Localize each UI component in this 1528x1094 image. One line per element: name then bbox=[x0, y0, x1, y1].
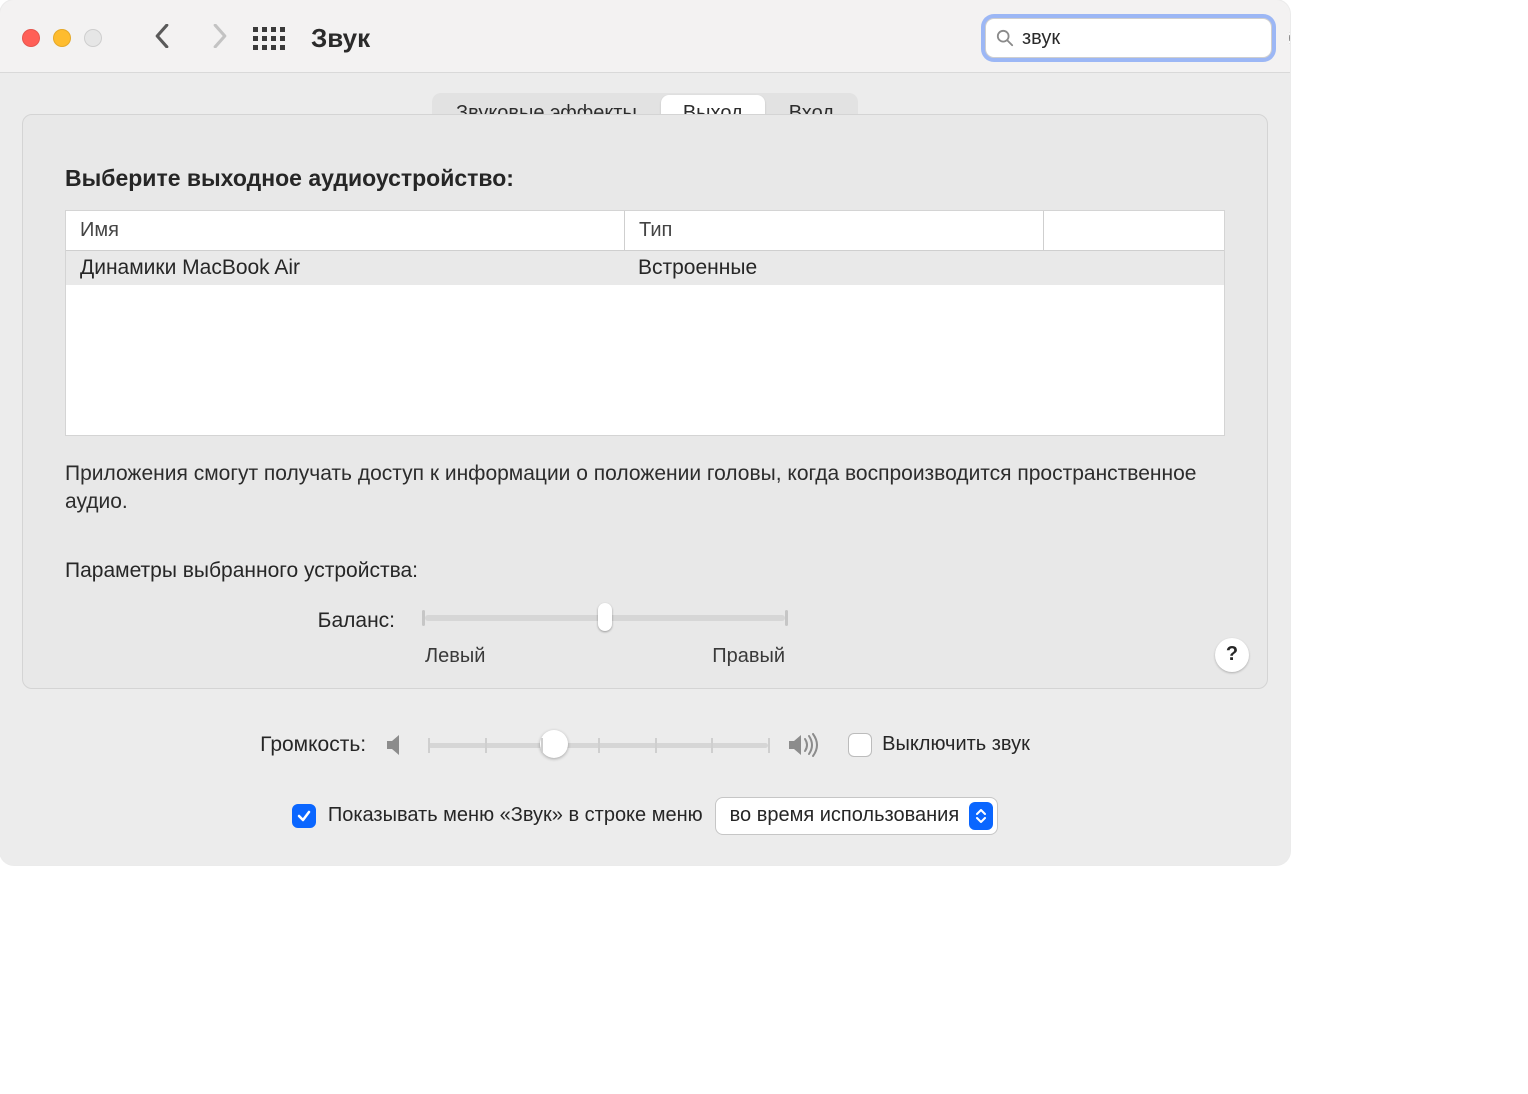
show-in-menubar-checkbox[interactable] bbox=[292, 804, 316, 828]
window-title: Звук bbox=[311, 23, 370, 54]
table-row[interactable]: Динамики MacBook Air Встроенные bbox=[66, 251, 1224, 285]
output-panel: Выберите выходное аудиоустройство: Имя Т… bbox=[22, 114, 1268, 689]
help-button[interactable]: ? bbox=[1215, 638, 1249, 672]
volume-min-icon bbox=[384, 733, 410, 757]
forward-button bbox=[205, 24, 235, 53]
balance-slider[interactable] bbox=[425, 607, 785, 629]
column-name[interactable]: Имя bbox=[66, 211, 625, 250]
output-device-table: Имя Тип Динамики MacBook Air Встроенные bbox=[65, 210, 1225, 436]
mute-checkbox[interactable] bbox=[848, 733, 872, 757]
show-in-menubar-label: Показывать меню «Звук» в строке меню bbox=[328, 804, 703, 827]
search-field bbox=[985, 18, 1272, 58]
column-type[interactable]: Тип bbox=[625, 211, 1044, 250]
close-window-button[interactable] bbox=[22, 29, 40, 47]
volume-label: Громкость: bbox=[260, 733, 366, 757]
device-name: Динамики MacBook Air bbox=[66, 251, 624, 285]
balance-left-label: Левый bbox=[425, 645, 485, 668]
balance-right-label: Правый bbox=[712, 645, 785, 668]
output-heading: Выберите выходное аудиоустройство: bbox=[65, 165, 1225, 192]
volume-max-icon bbox=[786, 733, 820, 757]
search-input[interactable] bbox=[1020, 26, 1289, 51]
select-value: во время использования bbox=[730, 804, 960, 827]
volume-slider[interactable] bbox=[428, 734, 768, 756]
search-icon bbox=[996, 29, 1014, 47]
balance-label: Баланс: bbox=[65, 607, 395, 633]
select-stepper-icon bbox=[969, 802, 993, 830]
window-toolbar: Звук bbox=[0, 0, 1290, 73]
device-type: Встроенные bbox=[624, 251, 1042, 285]
back-button[interactable] bbox=[147, 24, 177, 53]
minimize-window-button[interactable] bbox=[53, 29, 71, 47]
fullscreen-window-button bbox=[84, 29, 102, 47]
table-empty-area bbox=[66, 285, 1224, 435]
all-preferences-button[interactable] bbox=[253, 27, 285, 50]
selected-device-heading: Параметры выбранного устройства: bbox=[65, 559, 1225, 583]
menubar-visibility-select[interactable]: во время использования bbox=[715, 797, 999, 835]
spatial-audio-note: Приложения смогут получать доступ к инфо… bbox=[65, 460, 1225, 517]
preferences-window: Звук Звуковые эффекты Выход Вход Выберит… bbox=[0, 0, 1290, 865]
mute-label: Выключить звук bbox=[882, 733, 1030, 756]
clear-search-button[interactable] bbox=[1289, 28, 1290, 48]
